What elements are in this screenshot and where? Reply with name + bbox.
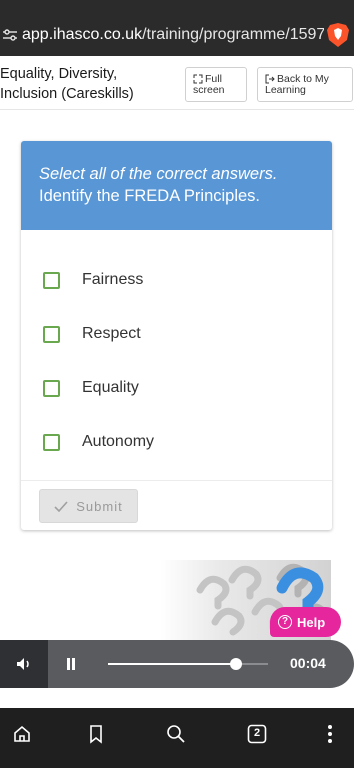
- submit-label: Submit: [76, 498, 123, 514]
- speaker-icon: [17, 658, 29, 670]
- tab-count: 2: [253, 727, 261, 739]
- volume-button[interactable]: [0, 640, 48, 688]
- site-settings-icon[interactable]: [0, 25, 20, 45]
- answer-options: Fairness Respect Equality Autonomy: [21, 230, 332, 469]
- question-instruction: Select all of the correct answers.: [39, 165, 278, 183]
- question-header: Select all of the correct answers. Ident…: [21, 141, 332, 230]
- more-menu-icon[interactable]: [318, 722, 342, 746]
- answer-label: Fairness: [82, 271, 144, 288]
- home-icon[interactable]: [10, 722, 34, 746]
- browser-bottom-nav: 2: [0, 708, 354, 768]
- seek-bar[interactable]: [108, 658, 268, 670]
- audio-player: 00:04: [0, 640, 354, 688]
- checkbox[interactable]: [43, 433, 60, 451]
- url-domain: app.ihasco.co.uk: [22, 26, 143, 43]
- question-card: Select all of the correct answers. Ident…: [21, 141, 332, 530]
- status-strip: [0, 0, 354, 14]
- answer-label: Equality: [82, 379, 139, 396]
- tabs-button[interactable]: 2: [245, 722, 269, 746]
- answer-option[interactable]: Respect: [21, 307, 332, 361]
- course-header: Equality, Diversity, Inclusion (Careskil…: [0, 56, 354, 110]
- answer-option[interactable]: Equality: [21, 361, 332, 415]
- fullscreen-button[interactable]: Full screen: [185, 67, 247, 102]
- url-text[interactable]: app.ihasco.co.uk/training/programme/1597…: [22, 26, 324, 44]
- playback-time: 00:04: [290, 655, 326, 671]
- question-footer: Submit: [21, 480, 332, 530]
- fullscreen-icon: [193, 74, 203, 84]
- pause-icon: [67, 658, 75, 670]
- answer-option[interactable]: Autonomy: [21, 415, 332, 469]
- back-to-learning-button[interactable]: Back to My Learning: [257, 67, 353, 102]
- url-path: /training/programme/15972: [142, 26, 324, 43]
- help-label: Help: [297, 614, 326, 630]
- checkbox[interactable]: [43, 271, 60, 289]
- brave-shield-icon[interactable]: [326, 22, 350, 48]
- check-icon: [54, 500, 68, 512]
- course-title: Equality, Diversity, Inclusion (Careskil…: [0, 66, 134, 102]
- seek-progress: [108, 663, 236, 665]
- address-bar[interactable]: app.ihasco.co.uk/training/programme/1597…: [0, 14, 354, 56]
- answer-label: Respect: [82, 325, 141, 342]
- search-icon[interactable]: [164, 722, 188, 746]
- help-button[interactable]: ? Help: [270, 607, 341, 637]
- pause-button[interactable]: [62, 656, 80, 672]
- bookmark-icon[interactable]: [84, 722, 108, 746]
- answer-label: Autonomy: [82, 433, 155, 450]
- exit-icon: [265, 74, 275, 84]
- answer-option[interactable]: Fairness: [21, 253, 332, 307]
- seek-handle[interactable]: [230, 658, 242, 670]
- submit-button[interactable]: Submit: [39, 489, 138, 523]
- question-prompt: Identify the FREDA Principles.: [39, 187, 261, 205]
- checkbox[interactable]: [43, 379, 60, 397]
- help-icon: ?: [278, 615, 292, 629]
- checkbox[interactable]: [43, 325, 60, 343]
